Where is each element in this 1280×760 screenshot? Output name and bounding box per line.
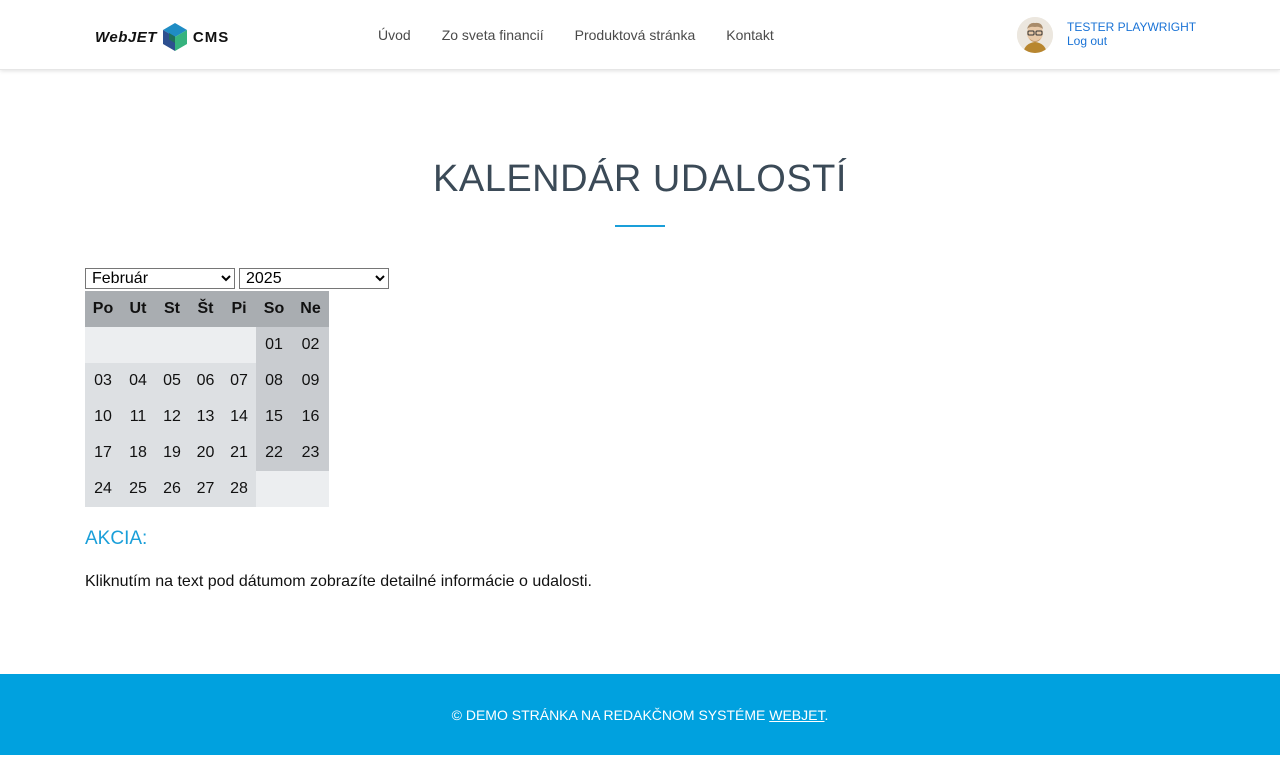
calendar-day[interactable]: 20 <box>189 435 222 471</box>
calendar-day[interactable]: 22 <box>256 435 292 471</box>
calendar-day[interactable]: 06 <box>189 363 222 399</box>
calendar-day[interactable]: 13 <box>189 399 222 435</box>
nav-item-zo-sveta-financii[interactable]: Zo sveta financií <box>442 27 544 43</box>
footer-suffix: . <box>824 706 829 723</box>
weekday-header: Ne <box>292 291 329 327</box>
calendar-day[interactable]: 21 <box>222 435 256 471</box>
logo-text-webjet: WebJET <box>95 28 157 46</box>
cube-logo-icon <box>162 23 187 51</box>
weekday-header: So <box>256 291 292 327</box>
calendar-day[interactable]: 03 <box>85 363 121 399</box>
weekday-header-row: Po Ut St Št Pi So Ne <box>85 291 329 327</box>
title-underline <box>615 225 665 227</box>
calendar-day[interactable]: 18 <box>121 435 155 471</box>
calendar-day[interactable]: 15 <box>256 399 292 435</box>
calendar-day-empty <box>155 327 189 363</box>
user-avatar-icon <box>1017 17 1053 53</box>
logo[interactable]: WebJET CMS <box>95 22 229 52</box>
section-title: AKCIA: <box>85 528 148 549</box>
month-select[interactable]: Február <box>85 268 235 289</box>
calendar-day[interactable]: 04 <box>121 363 155 399</box>
logout-link[interactable]: Log out <box>1067 34 1196 48</box>
calendar-day[interactable]: 14 <box>222 399 256 435</box>
calendar-selects: Február 2025 <box>85 268 389 289</box>
footer-text: © DEMO STRÁNKA NA REDAKČNOM SYSTÉME WEBJ… <box>452 707 829 723</box>
page-title: KALENDÁR UDALOSTÍ <box>433 158 847 200</box>
weekday-header: Po <box>85 291 121 327</box>
main-nav: Úvod Zo sveta financií Produktová stránk… <box>378 27 774 43</box>
calendar-day[interactable]: 05 <box>155 363 189 399</box>
calendar-week-row: 24 25 26 27 28 <box>85 471 329 507</box>
calendar-day[interactable]: 24 <box>85 471 121 507</box>
calendar-day[interactable]: 07 <box>222 363 256 399</box>
calendar-day[interactable]: 17 <box>85 435 121 471</box>
user-panel: TESTER PLAYWRIGHT Log out <box>1017 17 1196 53</box>
calendar-day[interactable]: 23 <box>292 435 329 471</box>
calendar-day-empty <box>121 327 155 363</box>
calendar-day-empty <box>189 327 222 363</box>
nav-item-produktova-stranka[interactable]: Produktová stránka <box>575 27 696 43</box>
site-header: WebJET CMS Úvod Zo sveta financií Produk… <box>0 0 1280 70</box>
footer-webjet-link[interactable]: WEBJET <box>769 707 824 723</box>
calendar-day-empty <box>292 471 329 507</box>
calendar-week-row: 10 11 12 13 14 15 16 <box>85 399 329 435</box>
calendar-day[interactable]: 28 <box>222 471 256 507</box>
calendar-day[interactable]: 10 <box>85 399 121 435</box>
weekday-header: Pi <box>222 291 256 327</box>
calendar-week-row: 03 04 05 06 07 08 09 <box>85 363 329 399</box>
calendar-day[interactable]: 11 <box>121 399 155 435</box>
calendar-day[interactable]: 09 <box>292 363 329 399</box>
calendar-day-empty <box>256 471 292 507</box>
calendar-grid: Po Ut St Št Pi So Ne 01 02 03 04 05 06 0… <box>85 291 329 507</box>
info-text: Kliknutím na text pod dátumom zobrazíte … <box>85 573 592 590</box>
calendar-day[interactable]: 25 <box>121 471 155 507</box>
calendar-day[interactable]: 16 <box>292 399 329 435</box>
year-select[interactable]: 2025 <box>239 268 389 289</box>
calendar-day[interactable]: 12 <box>155 399 189 435</box>
weekday-header: Ut <box>121 291 155 327</box>
calendar-week-row: 17 18 19 20 21 22 23 <box>85 435 329 471</box>
calendar-day[interactable]: 27 <box>189 471 222 507</box>
calendar-day[interactable]: 08 <box>256 363 292 399</box>
calendar-day-empty <box>85 327 121 363</box>
nav-item-kontakt[interactable]: Kontakt <box>726 27 773 43</box>
site-footer: © DEMO STRÁNKA NA REDAKČNOM SYSTÉME WEBJ… <box>0 674 1280 755</box>
nav-item-uvod[interactable]: Úvod <box>378 27 411 43</box>
calendar-day[interactable]: 01 <box>256 327 292 363</box>
calendar-week-row: 01 02 <box>85 327 329 363</box>
calendar-day[interactable]: 26 <box>155 471 189 507</box>
weekday-header: St <box>155 291 189 327</box>
avatar[interactable] <box>1017 17 1053 53</box>
logo-text-cms: CMS <box>192 28 230 46</box>
user-info: TESTER PLAYWRIGHT Log out <box>1067 17 1196 48</box>
calendar-day[interactable]: 19 <box>155 435 189 471</box>
footer-copyright: © DEMO STRÁNKA NA REDAKČNOM SYSTÉME <box>451 706 770 723</box>
calendar-day[interactable]: 02 <box>292 327 329 363</box>
user-name[interactable]: TESTER PLAYWRIGHT <box>1067 20 1196 34</box>
calendar-day-empty <box>222 327 256 363</box>
weekday-header: Št <box>189 291 222 327</box>
